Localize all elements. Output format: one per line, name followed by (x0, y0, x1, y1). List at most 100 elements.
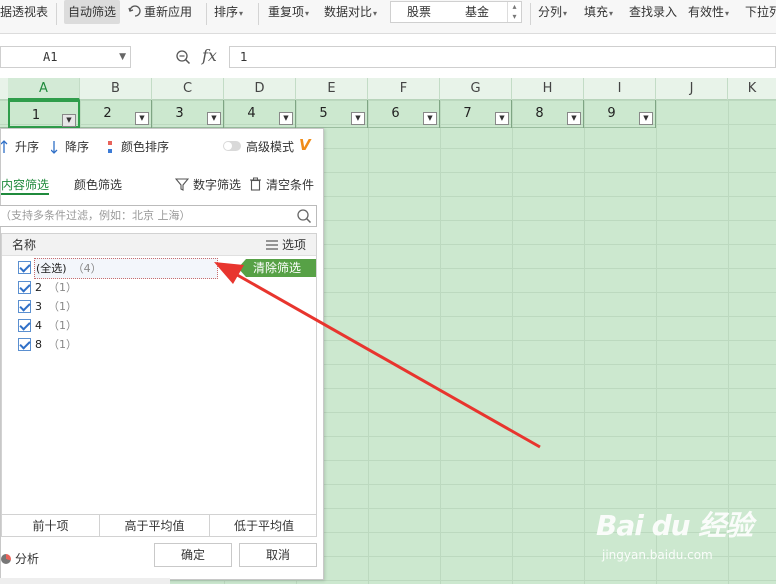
chevron-down-icon[interactable]: ▼ (119, 47, 126, 67)
column-header-f[interactable]: F (368, 78, 440, 100)
sort-ascending-button[interactable]: 升序 (1, 138, 39, 156)
quick-filter-bar: 前十项 高于平均值 低于平均值 (1, 515, 317, 537)
list-item-label: 3 （1） (35, 297, 77, 316)
cell-f1[interactable]: 6 ▼ (368, 100, 440, 128)
duplicates-button[interactable]: 重复项▾ (268, 0, 309, 24)
filter-dropdown-icon[interactable]: ▼ (567, 112, 581, 125)
filter-dropdown-icon[interactable]: ▼ (135, 112, 149, 125)
pivot-table-button[interactable]: 据透视表 (0, 0, 48, 24)
data-compare-label: 数据对比 (324, 5, 373, 19)
column-header-h[interactable]: H (512, 78, 584, 100)
sort-bar: 升序 降序 颜色排序 高级模式 V (1, 129, 323, 165)
advanced-mode-toggle[interactable] (223, 141, 241, 151)
above-average-button[interactable]: 高于平均值 (100, 515, 210, 537)
sort-descending-button[interactable]: 降序 (51, 138, 89, 156)
checkbox-checked-icon[interactable] (18, 338, 31, 351)
column-header-j[interactable]: J (656, 78, 728, 100)
filter-footer: 分析 确定 取消 (1, 539, 323, 579)
autofilter-button[interactable]: 自动筛选 (64, 0, 121, 24)
column-header-k[interactable]: K (728, 78, 776, 100)
data-compare-button[interactable]: 数据对比▾ (324, 0, 377, 24)
gallery-scroll-icon[interactable]: ▴ ▾ (507, 2, 521, 22)
chevron-down-icon: ▾ (239, 9, 244, 18)
header-row: 1 ▼ 2 ▼ 3 ▼ 4 ▼ 5 ▼ 6 ▼ 7 ▼ 8 ▼ 9 ▼ (0, 100, 656, 128)
analysis-button[interactable]: 分析 (1, 551, 39, 567)
below-average-button[interactable]: 低于平均值 (210, 515, 318, 537)
sort-button[interactable]: 排序▾ (214, 0, 243, 24)
tab-color-filter[interactable]: 颜色筛选 (74, 175, 122, 195)
options-button[interactable]: 选项 (265, 234, 306, 256)
cell-b1[interactable]: 2 ▼ (80, 100, 152, 128)
cell-i1[interactable]: 9 ▼ (584, 100, 656, 128)
analysis-label: 分析 (15, 552, 40, 566)
column-header-c[interactable]: C (152, 78, 224, 100)
cell-g1[interactable]: 7 ▼ (440, 100, 512, 128)
split-column-button[interactable]: 分列▾ (538, 0, 567, 24)
checkbox-checked-icon[interactable] (18, 261, 31, 274)
list-item[interactable]: 4 （1） (2, 316, 316, 335)
list-item-label: 2 （1） (35, 278, 77, 297)
cell-e1[interactable]: 5 ▼ (296, 100, 368, 128)
column-header-d[interactable]: D (224, 78, 296, 100)
list-item-label: (全选) （4） (34, 258, 218, 279)
filter-dropdown-icon[interactable]: ▼ (279, 112, 293, 125)
sort-by-color-button[interactable]: 颜色排序 (107, 138, 169, 156)
cell-value: 5 (319, 106, 328, 121)
filter-search-input[interactable]: （支持多条件过滤，例如：北京 上海） (0, 205, 317, 227)
validity-button[interactable]: 有效性▾ (688, 0, 729, 24)
fund-item[interactable]: 基金 (465, 2, 489, 22)
ok-button[interactable]: 确定 (154, 543, 232, 567)
name-box[interactable]: A1 ▼ (0, 46, 131, 68)
lookup-entry-button[interactable]: 查找录入 (629, 0, 677, 24)
zoom-icon[interactable] (175, 49, 191, 65)
search-placeholder: （支持多条件过滤，例如：北京 上海） (0, 209, 191, 222)
watermark-url: jingyan.baidu.com (602, 548, 713, 562)
stock-fund-gallery[interactable]: 股票 基金 ▴ ▾ (390, 1, 522, 23)
list-item[interactable]: 8 （1） (2, 335, 316, 354)
clear-conditions-button[interactable]: 清空条件 (249, 175, 314, 195)
filter-dropdown-icon[interactable]: ▼ (639, 112, 653, 125)
checkbox-checked-icon[interactable] (18, 300, 31, 313)
select-all-item[interactable]: (全选) （4） 清除筛选 (2, 258, 316, 279)
search-icon[interactable] (296, 208, 312, 224)
number-filter-button[interactable]: 数字筛选 (174, 175, 241, 195)
color-sort-icon (108, 141, 112, 153)
fill-button[interactable]: 填充▾ (584, 0, 613, 24)
cell-c1[interactable]: 3 ▼ (152, 100, 224, 128)
fill-label: 填充 (584, 5, 609, 19)
list-item-label: 4 （1） (35, 316, 77, 335)
reapply-button[interactable]: 重新应用 (128, 0, 192, 24)
column-header-g[interactable]: G (440, 78, 512, 100)
checkbox-checked-icon[interactable] (18, 319, 31, 332)
ribbon-divider (258, 3, 259, 25)
filter-dropdown-icon[interactable]: ▼ (423, 112, 437, 125)
cell-h1[interactable]: 8 ▼ (512, 100, 584, 128)
list-item[interactable]: 2 （1） (2, 278, 316, 297)
checkbox-checked-icon[interactable] (18, 281, 31, 294)
column-header-a[interactable]: A (8, 78, 80, 100)
filter-dropdown-icon[interactable]: ▼ (351, 112, 365, 125)
cancel-button[interactable]: 取消 (239, 543, 317, 567)
clear-filter-button[interactable]: 清除筛选 (238, 259, 316, 277)
value-list: 名称 选项 (全选) （4） 清除筛选 2 （1） 3 （1） 4 （1） 8 （1） (1, 233, 317, 515)
dropdown-list-button[interactable]: 下拉列 (745, 0, 776, 24)
cell-d1[interactable]: 4 ▼ (224, 100, 296, 128)
stock-item[interactable]: 股票 (407, 2, 431, 22)
menu-icon (265, 240, 278, 250)
column-header-e[interactable]: E (296, 78, 368, 100)
funnel-icon (174, 178, 190, 191)
tab-content-filter[interactable]: 内容筛选 (1, 175, 50, 195)
filter-dropdown-icon[interactable]: ▼ (207, 112, 221, 125)
cell-value: 6 (391, 106, 400, 121)
filter-dropdown-icon[interactable]: ▼ (495, 112, 509, 125)
top-ten-button[interactable]: 前十项 (2, 515, 100, 537)
fx-icon[interactable]: fx (202, 46, 217, 65)
filter-dropdown-icon[interactable]: ▼ (62, 114, 76, 127)
list-item[interactable]: 3 （1） (2, 297, 316, 316)
column-header-i[interactable]: I (584, 78, 656, 100)
sort-color-label: 颜色排序 (121, 140, 170, 154)
name-box-value: A1 (43, 50, 58, 64)
column-header-b[interactable]: B (80, 78, 152, 100)
formula-input[interactable]: 1 (229, 46, 776, 68)
cell-a1[interactable]: 1 ▼ (8, 100, 80, 128)
